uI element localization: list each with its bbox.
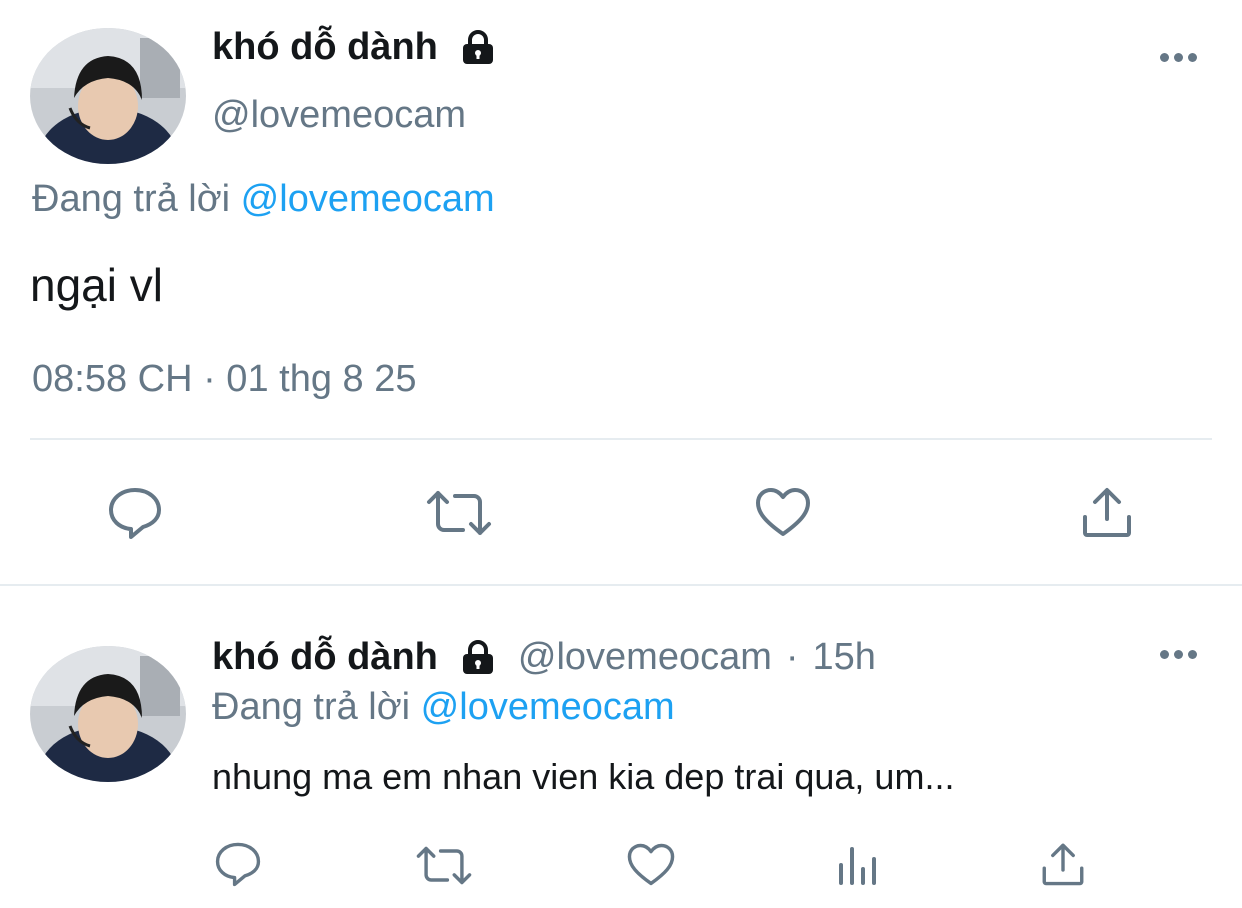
more-options-icon[interactable] <box>1160 650 1197 659</box>
timestamp[interactable]: 08:58 CH · 01 thg 8 25 <box>32 358 416 401</box>
tweet-text: ngại vl <box>30 259 163 311</box>
time-ago[interactable]: 15h <box>813 636 876 679</box>
handle[interactable]: @lovemeocam <box>518 636 772 679</box>
avatar[interactable] <box>30 28 186 164</box>
replying-mention-link[interactable]: @lovemeocam <box>241 178 495 220</box>
tweet-text: nhung ma em nhan vien kia dep trai qua, … <box>212 756 955 797</box>
replying-prefix: Đang trả lời <box>212 686 411 728</box>
replying-to: Đang trả lời @lovemeocam <box>212 686 675 729</box>
more-options-icon[interactable] <box>1160 53 1197 62</box>
replying-mention-link[interactable]: @lovemeocam <box>421 686 675 728</box>
retweet-icon[interactable] <box>425 488 493 538</box>
lock-icon <box>458 638 498 678</box>
display-name-text[interactable]: khó dỗ dành <box>212 636 438 679</box>
retweet-icon[interactable] <box>415 844 473 887</box>
reply-icon[interactable] <box>107 486 163 540</box>
display-name-text: khó dỗ dành <box>212 26 438 68</box>
like-icon[interactable] <box>626 842 676 887</box>
lock-icon <box>458 28 498 68</box>
replying-to: Đang trả lời @lovemeocam <box>32 178 495 221</box>
divider <box>30 438 1212 440</box>
share-icon[interactable] <box>1080 485 1134 539</box>
reply-icon[interactable] <box>214 841 262 887</box>
replying-prefix: Đang trả lời <box>32 178 231 220</box>
reply-header: khó dỗ dành @lovemeocam · 15h <box>212 636 876 679</box>
separator: · <box>785 636 799 678</box>
display-name[interactable]: khó dỗ dành <box>212 26 498 69</box>
like-icon[interactable] <box>754 486 812 538</box>
divider <box>0 584 1242 586</box>
analytics-icon[interactable] <box>835 843 879 887</box>
share-icon[interactable] <box>1040 841 1086 887</box>
avatar[interactable] <box>30 646 186 782</box>
handle[interactable]: @lovemeocam <box>212 94 466 137</box>
